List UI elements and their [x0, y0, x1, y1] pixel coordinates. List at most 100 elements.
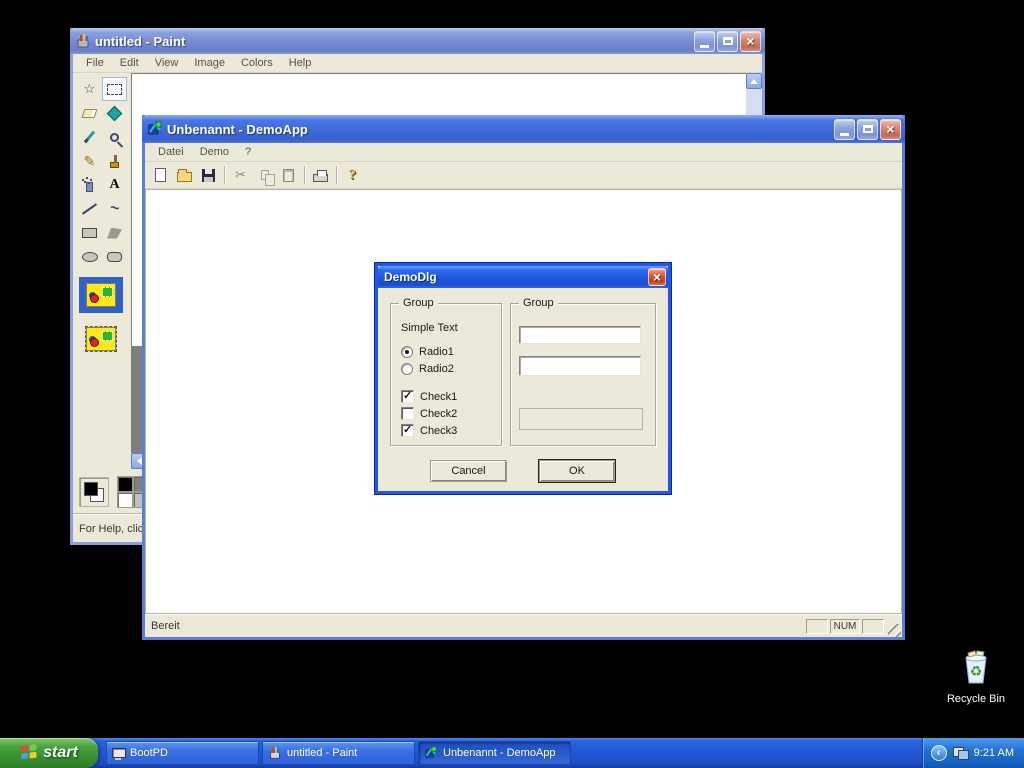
check3-label[interactable]: Check3: [420, 425, 457, 437]
save-floppy-icon: [202, 169, 215, 182]
save-button[interactable]: [197, 164, 220, 186]
transparent-option-icon: [86, 327, 116, 351]
ellipse-tool[interactable]: [77, 245, 102, 269]
text-edit-field[interactable]: [519, 326, 641, 344]
radio2-button[interactable]: [401, 363, 413, 375]
demoapp-maximize-button[interactable]: [857, 119, 878, 140]
free-form-select-tool[interactable]: ☆: [77, 77, 102, 101]
line-tool[interactable]: [77, 197, 102, 221]
ellipse-icon: [82, 252, 98, 262]
minimize-icon: [840, 133, 849, 136]
tool-option-opaque[interactable]: [79, 277, 123, 313]
paint-close-button[interactable]: ×: [740, 31, 761, 52]
disabled-edit-field: [519, 408, 643, 430]
paint-title: untitled - Paint: [95, 34, 694, 49]
cut-button[interactable]: ✂: [229, 164, 252, 186]
open-file-button[interactable]: [173, 164, 196, 186]
radio1-button[interactable]: [401, 346, 413, 358]
taskbar-clock[interactable]: 9:21 AM: [974, 747, 1014, 759]
demoapp-status-text: Bereit: [151, 620, 180, 632]
demoapp-icon: [424, 746, 438, 760]
scissors-icon: ✂: [235, 167, 246, 183]
rect-select-icon: [107, 84, 122, 95]
arrow-left-icon: [133, 457, 142, 465]
rounded-rectangle-tool[interactable]: [102, 245, 127, 269]
maximize-icon: [723, 37, 733, 45]
demodlg-titlebar[interactable]: DemoDlg ×: [378, 266, 668, 288]
demoapp-menu-demo[interactable]: Demo: [193, 144, 236, 160]
paint-menubar: File Edit View Image Colors Help: [73, 54, 762, 73]
toolbar-separator: [304, 166, 305, 184]
close-icon: ×: [653, 269, 661, 285]
tool-option-transparent[interactable]: [79, 321, 123, 357]
paste-button[interactable]: [277, 164, 300, 186]
brush-tool[interactable]: [102, 149, 127, 173]
paint-titlebar[interactable]: untitled - Paint ×: [70, 28, 765, 54]
polygon-icon: [107, 228, 122, 239]
fill-tool[interactable]: [102, 101, 127, 125]
paint-menu-help[interactable]: Help: [282, 55, 319, 71]
text-tool[interactable]: A: [102, 173, 127, 197]
paint-menu-edit[interactable]: Edit: [113, 55, 146, 71]
resize-grip[interactable]: [888, 624, 901, 637]
simple-text-label: Simple Text: [401, 322, 458, 334]
demodlg-close-button[interactable]: ×: [648, 268, 666, 286]
palette-color-black[interactable]: [117, 476, 133, 492]
palette-color-white[interactable]: [117, 492, 133, 508]
recycle-bin-desktop-icon[interactable]: ♻ Recycle Bin: [944, 650, 1008, 705]
new-file-button[interactable]: [149, 164, 172, 186]
demoapp-menu-datei[interactable]: Datei: [151, 144, 191, 160]
close-icon: ×: [886, 121, 894, 137]
brush-icon: [110, 162, 119, 168]
paint-menu-colors[interactable]: Colors: [234, 55, 280, 71]
task-button-paint[interactable]: untitled - Paint: [262, 741, 415, 765]
task-button-demoapp[interactable]: Unbenannt - DemoApp: [418, 741, 571, 765]
task-button-bootpd[interactable]: BootPD: [106, 741, 259, 765]
tray-collapse-chevron-icon[interactable]: ‹: [931, 745, 947, 761]
paint-menu-file[interactable]: File: [79, 55, 111, 71]
radio1-label[interactable]: Radio1: [419, 346, 454, 358]
help-button[interactable]: ?: [341, 164, 364, 186]
rectangle-tool[interactable]: [77, 221, 102, 245]
paint-menu-image[interactable]: Image: [187, 55, 232, 71]
demoapp-minimize-button[interactable]: [834, 119, 855, 140]
check3-checkbox[interactable]: [401, 424, 414, 437]
curve-tool[interactable]: ~: [102, 197, 127, 221]
ok-button[interactable]: OK: [539, 460, 615, 482]
print-button[interactable]: [309, 164, 332, 186]
check2-checkbox[interactable]: [401, 407, 414, 420]
status-panel-num: NUM: [830, 619, 860, 634]
demoapp-title: Unbenannt - DemoApp: [167, 122, 834, 137]
airbrush-icon: [86, 182, 93, 192]
magnifier-tool[interactable]: [102, 125, 127, 149]
combo-box[interactable]: [519, 356, 641, 376]
check1-checkbox[interactable]: [401, 390, 414, 403]
demoapp-close-button[interactable]: ×: [880, 119, 901, 140]
check2-label[interactable]: Check2: [420, 408, 457, 420]
start-button[interactable]: start: [0, 738, 98, 768]
polygon-tool[interactable]: [102, 221, 127, 245]
demoapp-titlebar[interactable]: Unbenannt - DemoApp ×: [142, 115, 905, 143]
left-groupbox: Group Simple Text Radio1 Radio2 Check1 C…: [390, 303, 502, 446]
demodlg-title: DemoDlg: [384, 270, 648, 284]
check1-label[interactable]: Check1: [420, 391, 457, 403]
pencil-tool[interactable]: ✎: [77, 149, 102, 173]
cancel-button[interactable]: Cancel: [430, 460, 507, 482]
paint-toolbox: ☆ ✎ A ~: [73, 73, 131, 469]
taskbar: start BootPD untitled - Paint Unbenannt …: [0, 738, 1024, 768]
copy-icon: [261, 170, 269, 180]
paint-minimize-button[interactable]: [694, 31, 715, 52]
paint-menu-view[interactable]: View: [148, 55, 186, 71]
scroll-up-button[interactable]: [746, 73, 762, 89]
pick-color-tool[interactable]: [77, 125, 102, 149]
rect-select-tool[interactable]: [102, 77, 127, 101]
airbrush-tool[interactable]: [77, 173, 102, 197]
paint-maximize-button[interactable]: [717, 31, 738, 52]
opaque-option-icon: [86, 283, 116, 307]
network-status-icon[interactable]: [953, 747, 968, 759]
eraser-tool[interactable]: [77, 101, 102, 125]
radio2-label[interactable]: Radio2: [419, 363, 454, 375]
demoapp-statusbar: Bereit NUM: [145, 614, 902, 637]
copy-button[interactable]: [253, 164, 276, 186]
demoapp-menu-help[interactable]: ?: [238, 144, 258, 160]
